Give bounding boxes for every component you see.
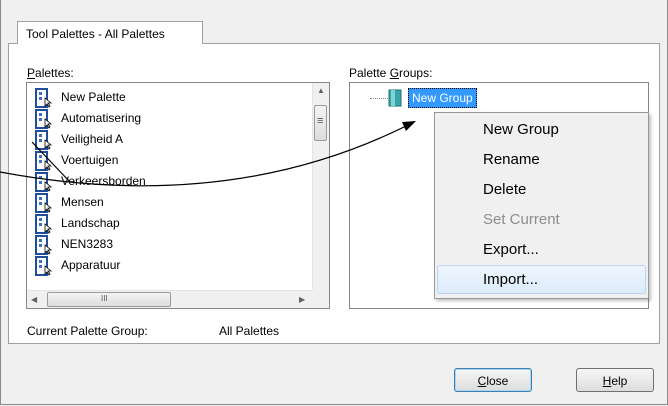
current-group-value: All Palettes — [219, 324, 280, 338]
tab-label: Tool Palettes - All Palettes — [26, 27, 165, 41]
tab-all-palettes[interactable]: Tool Palettes - All Palettes — [17, 21, 203, 44]
annotation-arrow — [0, 121, 416, 187]
help-button[interactable]: Help — [576, 368, 654, 392]
close-button[interactable]: Close — [454, 368, 532, 392]
current-group-label: Current Palette Group: — [27, 324, 148, 338]
